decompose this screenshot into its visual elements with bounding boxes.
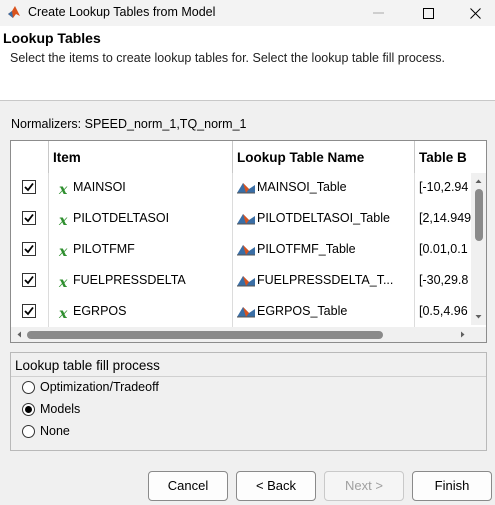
- item-cell[interactable]: x MAINSOI: [49, 173, 233, 204]
- select-cell[interactable]: [11, 173, 49, 204]
- select-cell[interactable]: [11, 204, 49, 235]
- table-row[interactable]: x MAINSOI MAINSOI_Table [-10,2.94: [11, 173, 471, 205]
- cancel-button[interactable]: Cancel: [148, 471, 228, 501]
- select-cell[interactable]: [11, 235, 49, 266]
- table-name: EGRPOS_Table: [257, 304, 348, 318]
- item-name: PILOTDELTASOI: [73, 211, 170, 225]
- radio-optimization[interactable]: [22, 381, 35, 394]
- checkmark-icon: [24, 275, 34, 285]
- divider: [11, 376, 486, 377]
- close-button[interactable]: [452, 0, 495, 26]
- table-name-cell[interactable]: MAINSOI_Table: [233, 173, 415, 204]
- table-row[interactable]: x PILOTFMF PILOTFMF_Table [0.01,0.1: [11, 235, 471, 267]
- checkmark-icon: [24, 182, 34, 192]
- minimize-button[interactable]: [355, 0, 401, 26]
- scroll-down-icon[interactable]: [471, 311, 486, 323]
- table-row[interactable]: x FUELPRESSDELTA FUELPRESSDELTA_T... [-3…: [11, 266, 471, 298]
- table-name: PILOTDELTASOI_Table: [257, 211, 390, 225]
- lookup-table-icon: [237, 307, 255, 318]
- horizontal-scrollbar[interactable]: [11, 327, 471, 342]
- close-icon: [469, 7, 481, 19]
- next-button[interactable]: Next >: [324, 471, 404, 501]
- table-header: Item Lookup Table Name Table B: [11, 141, 471, 174]
- maximize-button[interactable]: [405, 0, 451, 26]
- horizontal-scroll-thumb[interactable]: [27, 331, 383, 339]
- breakpoints-cell[interactable]: [-30,29.8: [415, 266, 471, 297]
- radio-label-models[interactable]: Models: [40, 402, 80, 416]
- item-name: EGRPOS: [73, 304, 127, 318]
- column-header-breakpoints[interactable]: Table B: [415, 141, 471, 173]
- lookup-table-icon: [237, 214, 255, 225]
- normalizers-label: Normalizers: SPEED_norm_1,TQ_norm_1: [11, 117, 247, 131]
- vertical-scroll-thumb[interactable]: [475, 189, 483, 241]
- scroll-up-icon[interactable]: [471, 175, 486, 187]
- vertical-scrollbar[interactable]: [471, 173, 486, 325]
- lookup-table-icon: [237, 183, 255, 194]
- row-checkbox[interactable]: [22, 304, 36, 318]
- row-checkbox[interactable]: [22, 211, 36, 225]
- fill-process-panel: Lookup table fill process Optimization/T…: [10, 352, 487, 451]
- row-checkbox[interactable]: [22, 273, 36, 287]
- back-button[interactable]: < Back: [236, 471, 316, 501]
- item-cell[interactable]: x PILOTFMF: [49, 235, 233, 266]
- breakpoints-cell[interactable]: [0.5,4.96: [415, 297, 471, 328]
- radio-label-none[interactable]: None: [40, 424, 70, 438]
- checkmark-icon: [24, 244, 34, 254]
- table-name-cell[interactable]: PILOTFMF_Table: [233, 235, 415, 266]
- minimize-icon: [372, 12, 384, 14]
- select-cell[interactable]: [11, 266, 49, 297]
- column-header-select[interactable]: [11, 141, 49, 173]
- x-variable-icon: x: [59, 244, 68, 260]
- breakpoints-cell[interactable]: [-10,2.94: [415, 173, 471, 204]
- header-panel: Lookup Tables Select the items to create…: [0, 26, 495, 101]
- item-name: FUELPRESSDELTA: [73, 273, 186, 287]
- radio-label-optimization[interactable]: Optimization/Tradeoff: [40, 380, 159, 394]
- table-name-cell[interactable]: EGRPOS_Table: [233, 297, 415, 328]
- item-cell[interactable]: x FUELPRESSDELTA: [49, 266, 233, 297]
- page-title: Lookup Tables: [3, 30, 101, 46]
- x-variable-icon: x: [59, 213, 68, 229]
- radio-none[interactable]: [22, 425, 35, 438]
- breakpoints-cell[interactable]: [2,14.949: [415, 204, 471, 235]
- column-header-table-name[interactable]: Lookup Table Name: [233, 141, 415, 173]
- checkmark-icon: [24, 213, 34, 223]
- page-description: Select the items to create lookup tables…: [10, 51, 445, 65]
- breakpoints-cell[interactable]: [0.01,0.1: [415, 235, 471, 266]
- x-variable-icon: x: [59, 182, 68, 198]
- scroll-right-icon[interactable]: [457, 327, 469, 342]
- table-name-cell[interactable]: PILOTDELTASOI_Table: [233, 204, 415, 235]
- item-cell[interactable]: x PILOTDELTASOI: [49, 204, 233, 235]
- table-name: MAINSOI_Table: [257, 180, 347, 194]
- radio-models[interactable]: [22, 403, 35, 416]
- table-row[interactable]: x PILOTDELTASOI PILOTDELTASOI_Table [2,1…: [11, 204, 471, 236]
- table-name-cell[interactable]: FUELPRESSDELTA_T...: [233, 266, 415, 297]
- maximize-icon: [422, 7, 434, 19]
- radio-selected-dot: [25, 406, 32, 413]
- item-cell[interactable]: x EGRPOS: [49, 297, 233, 328]
- item-name: PILOTFMF: [73, 242, 135, 256]
- select-cell[interactable]: [11, 297, 49, 328]
- column-header-item[interactable]: Item: [49, 141, 233, 173]
- finish-button[interactable]: Finish: [412, 471, 492, 501]
- row-checkbox[interactable]: [22, 180, 36, 194]
- checkmark-icon: [24, 306, 34, 316]
- lookup-table-icon: [237, 245, 255, 256]
- lookup-table-grid: Item Lookup Table Name Table B x MAINSOI…: [10, 140, 487, 343]
- matlab-logo-icon: [8, 6, 20, 18]
- x-variable-icon: x: [59, 306, 68, 322]
- row-checkbox[interactable]: [22, 242, 36, 256]
- title-bar: Create Lookup Tables from Model: [0, 0, 495, 26]
- lookup-table-icon: [237, 276, 255, 287]
- table-name: PILOTFMF_Table: [257, 242, 356, 256]
- x-variable-icon: x: [59, 275, 68, 291]
- window-title: Create Lookup Tables from Model: [28, 5, 216, 19]
- table-row[interactable]: x EGRPOS EGRPOS_Table [0.5,4.96: [11, 297, 471, 329]
- fill-process-title: Lookup table fill process: [15, 358, 160, 373]
- scrollbar-corner: [471, 327, 486, 342]
- scroll-left-icon[interactable]: [13, 327, 25, 342]
- item-name: MAINSOI: [73, 180, 126, 194]
- table-name: FUELPRESSDELTA_T...: [257, 273, 394, 287]
